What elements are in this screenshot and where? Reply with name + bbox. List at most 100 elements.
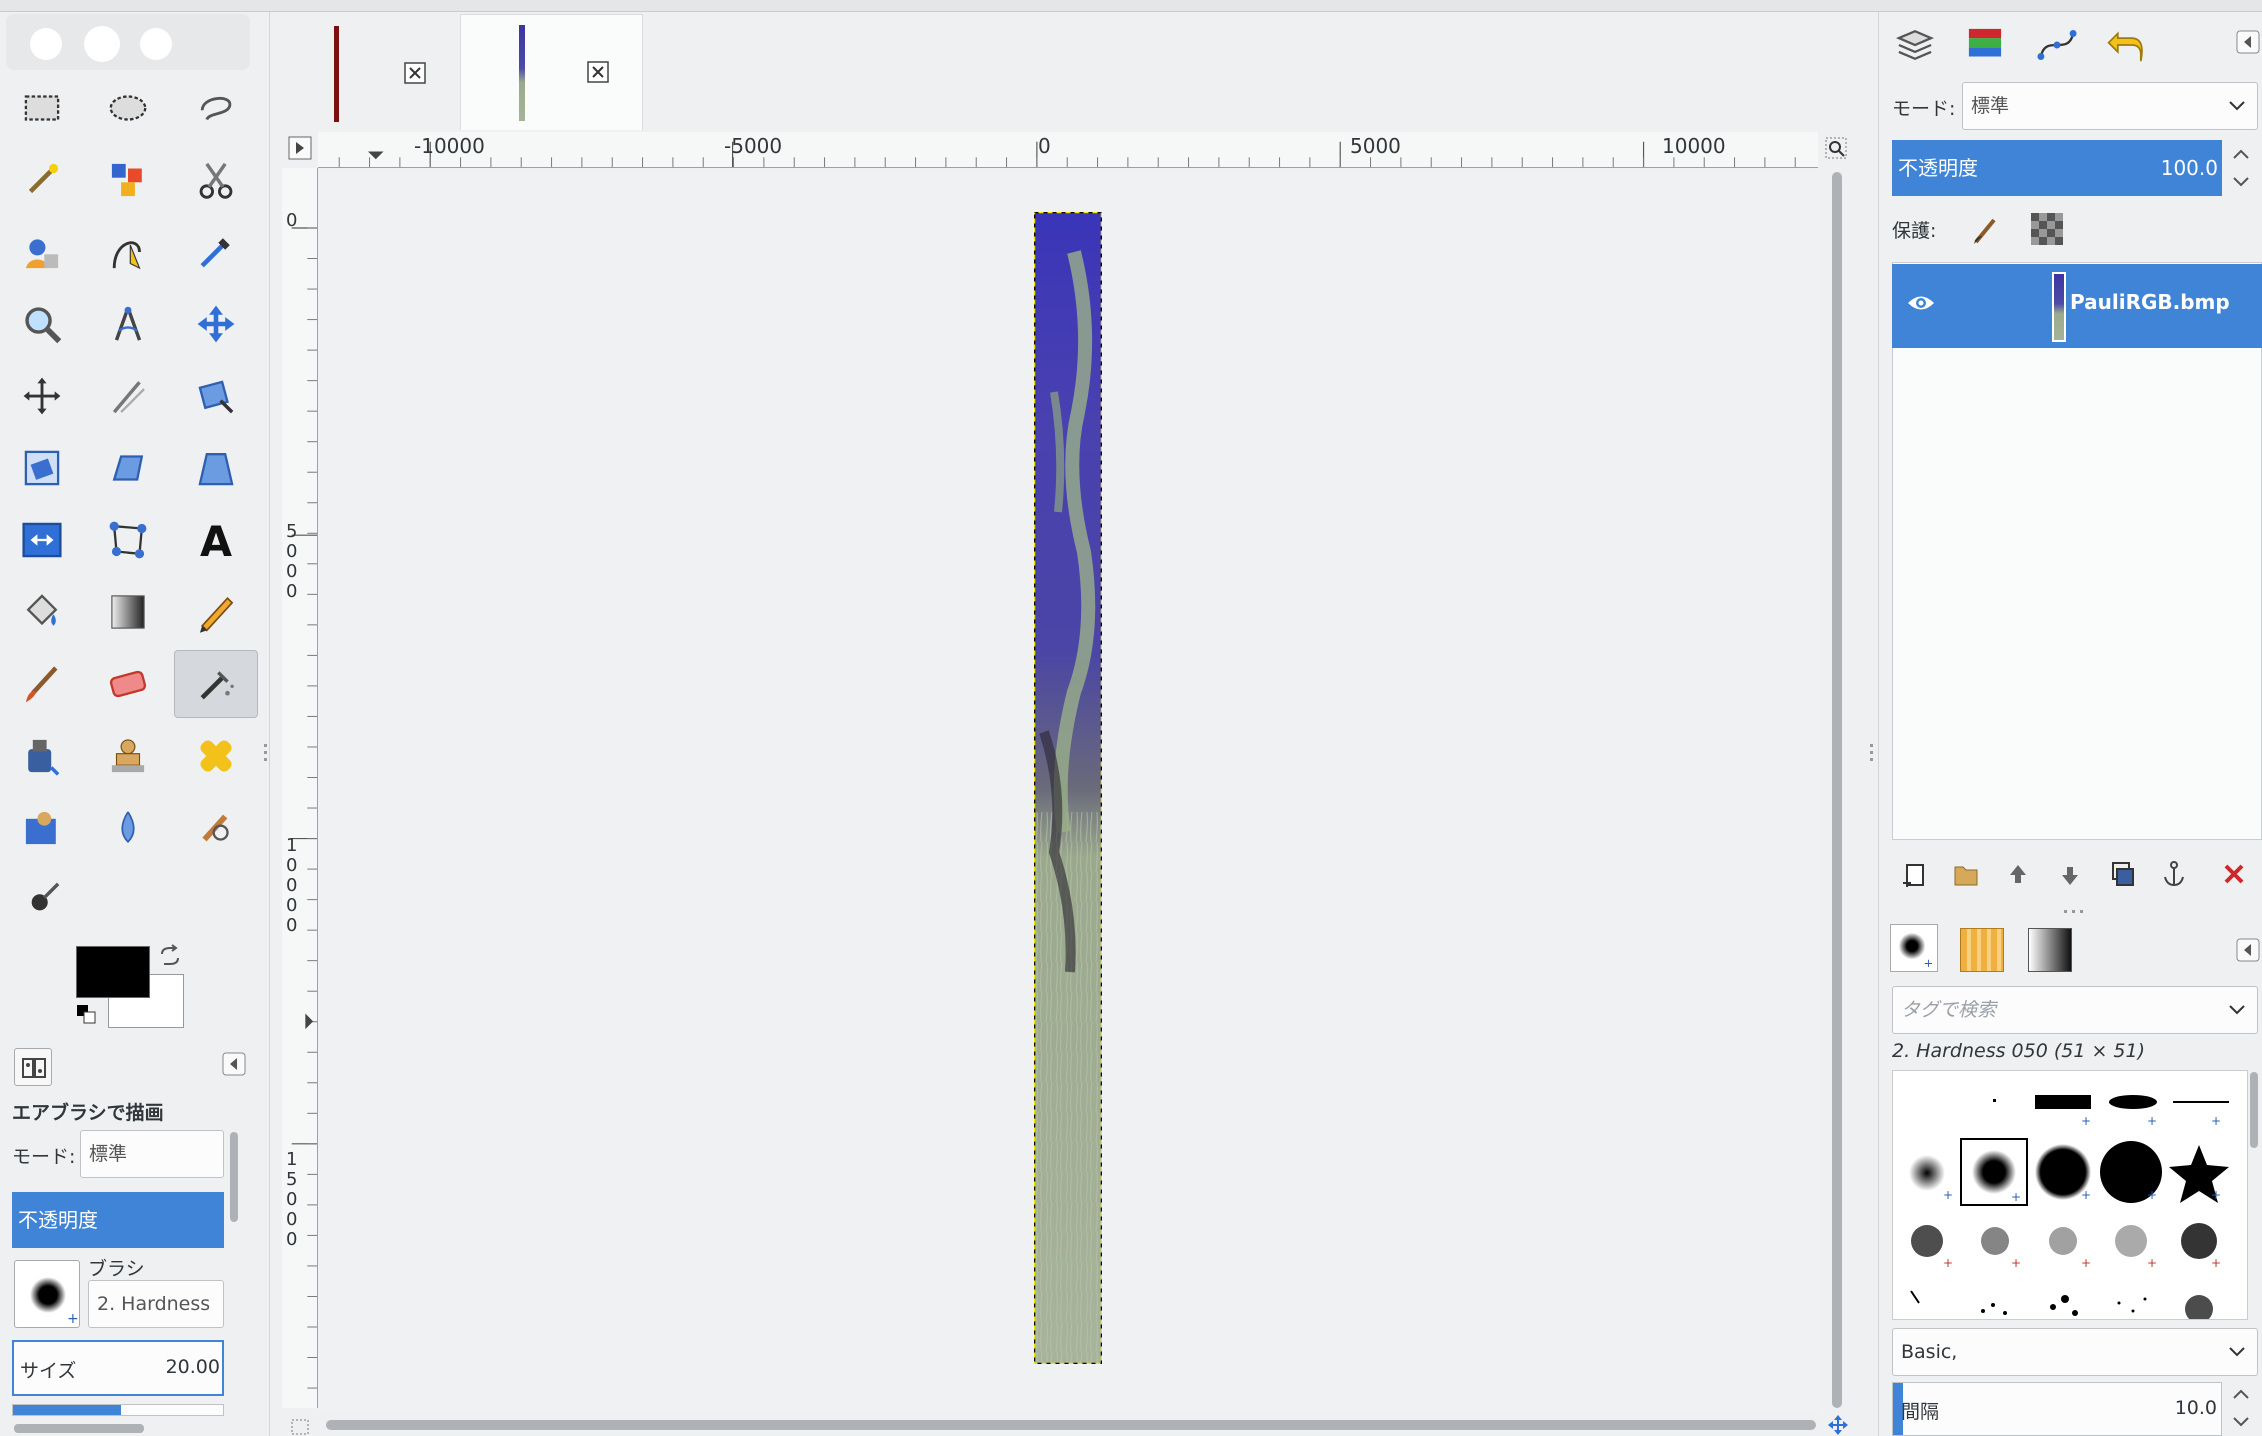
quick-mask-icon[interactable] [290,1418,310,1436]
fuzzy-select-icon[interactable] [0,146,84,214]
lock-alpha-icon[interactable] [2030,212,2064,246]
lower-layer-icon[interactable] [2050,854,2090,894]
lock-pixels-icon[interactable] [1970,212,2004,246]
dock-splitter[interactable] [264,740,270,776]
pencil-icon[interactable] [174,578,258,646]
brush-preview[interactable]: + [14,1260,80,1328]
svg-text:+: + [2081,1114,2091,1128]
image-tab-2[interactable] [460,14,643,130]
dodge-burn-icon[interactable] [0,866,84,934]
select-by-color-icon[interactable] [86,146,170,214]
bucket-fill-icon[interactable] [0,578,84,646]
ellipse-select-icon[interactable] [86,74,170,142]
next-slider[interactable] [12,1404,224,1416]
default-colors-icon[interactable] [76,1004,98,1026]
airbrush-icon[interactable] [174,650,258,718]
free-select-icon[interactable] [174,74,258,142]
layer-opacity-slider[interactable]: 不透明度 100.0 [1892,140,2222,196]
zoom-image-icon[interactable] [1824,136,1848,160]
crop-icon[interactable] [86,362,170,430]
perspective-icon[interactable] [174,434,258,502]
foreground-select-icon[interactable] [0,218,84,286]
gradient-icon[interactable] [86,578,170,646]
raise-layer-icon[interactable] [1998,854,2038,894]
ink-icon[interactable] [0,722,84,790]
image-content[interactable] [1034,212,1102,1364]
brushes-tab-icon[interactable]: + [1890,924,1938,972]
image-tab-1[interactable] [280,14,463,130]
paintbrush-icon[interactable] [0,650,84,718]
chevron-down-icon [2229,101,2245,111]
delete-layer-icon[interactable] [2214,854,2254,894]
close-tab-2-icon[interactable] [587,61,609,83]
layer-name[interactable]: PauliRGB.bmp [2070,290,2230,314]
clone-icon[interactable] [86,722,170,790]
spacing-slider[interactable]: 間隔 10.0 [1892,1382,2222,1436]
panel-menu-icon[interactable] [222,1052,246,1076]
dock-separator[interactable] [2064,910,2090,916]
layers-tab-icon[interactable] [1886,16,1944,74]
anchor-layer-icon[interactable] [2154,854,2194,894]
measure-icon[interactable] [86,290,170,358]
paths-tab-icon[interactable] [2028,16,2086,74]
paths-icon[interactable] [86,218,170,286]
smudge-icon[interactable] [174,794,258,862]
mode-dropdown[interactable]: 標準 [80,1130,224,1178]
rect-select-icon[interactable] [0,74,84,142]
channels-tab-icon[interactable] [1956,16,2014,74]
svg-text:+: + [2147,1114,2157,1128]
tool-options-scrollbar[interactable] [230,1132,238,1222]
brushes-panel-menu-icon[interactable] [2236,938,2260,962]
right-dock-splitter[interactable] [1870,740,1876,776]
scale-icon[interactable] [86,434,170,502]
new-folder-icon[interactable] [1946,854,1986,894]
swap-colors-icon[interactable] [158,944,182,968]
svg-text:+: + [2211,1114,2221,1128]
close-tab-1-icon[interactable] [404,62,426,84]
layers-list[interactable] [1892,262,2262,840]
rotate-icon[interactable] [0,434,84,502]
tool-options-hscrollbar[interactable] [14,1424,144,1433]
gradients-tab-icon[interactable] [2028,928,2072,972]
layers-mode-dropdown[interactable]: 標準 [1962,82,2258,130]
layers-panel-menu-icon[interactable] [2236,30,2260,54]
brush-grid-scrollbar[interactable] [2250,1072,2258,1148]
navigate-icon[interactable] [1824,1414,1852,1436]
opacity-slider[interactable]: 不透明度 [12,1192,224,1248]
scissors-select-icon[interactable] [174,146,258,214]
cage-transform-icon[interactable] [86,506,170,574]
flip-icon[interactable] [0,506,84,574]
patterns-tab-icon[interactable] [1960,928,2004,972]
spacing-spin-buttons[interactable] [2226,1382,2256,1436]
text-icon[interactable]: A [174,506,258,574]
color-picker-icon[interactable] [174,218,258,286]
brush-name-field[interactable]: 2. Hardness [88,1280,224,1328]
canvas-vertical-scrollbar[interactable] [1830,172,1844,1408]
new-layer-group-icon[interactable] [1894,854,1934,894]
visibility-eye-icon[interactable] [1906,292,1936,314]
canvas-horizontal-scrollbar[interactable] [326,1418,1816,1432]
duplicate-layer-icon[interactable] [2102,854,2142,894]
move-icon[interactable] [174,290,258,358]
unified-transform-icon[interactable] [174,362,258,430]
eraser-icon[interactable] [86,650,170,718]
image-menu-icon[interactable] [288,136,312,160]
mode-label: モード: [12,1146,76,1168]
image-tab-1-thumbnail [334,26,339,122]
size-slider[interactable]: サイズ 20.00 [12,1340,224,1396]
layer-row[interactable]: PauliRGB.bmp [1892,264,2262,348]
align-icon[interactable] [0,362,84,430]
opacity-spin-buttons[interactable] [2226,140,2256,196]
brush-grid[interactable]: + + + + + + + + + + + + + [1892,1070,2248,1320]
tool-options-tab-icon[interactable] [14,1048,52,1086]
zoom-icon[interactable] [0,290,84,358]
brush-preset-dropdown[interactable]: Basic, [1892,1328,2258,1376]
perspective-clone-icon[interactable] [0,794,84,862]
vruler-label-5000: 5000 [286,521,298,602]
chevron-down-icon [2229,1005,2245,1015]
tag-search-field[interactable]: タグで検索 [1892,986,2258,1034]
foreground-color-front[interactable] [76,946,150,998]
heal-icon[interactable] [174,722,258,790]
blur-icon[interactable] [86,794,170,862]
undo-history-tab-icon[interactable] [2098,16,2156,74]
